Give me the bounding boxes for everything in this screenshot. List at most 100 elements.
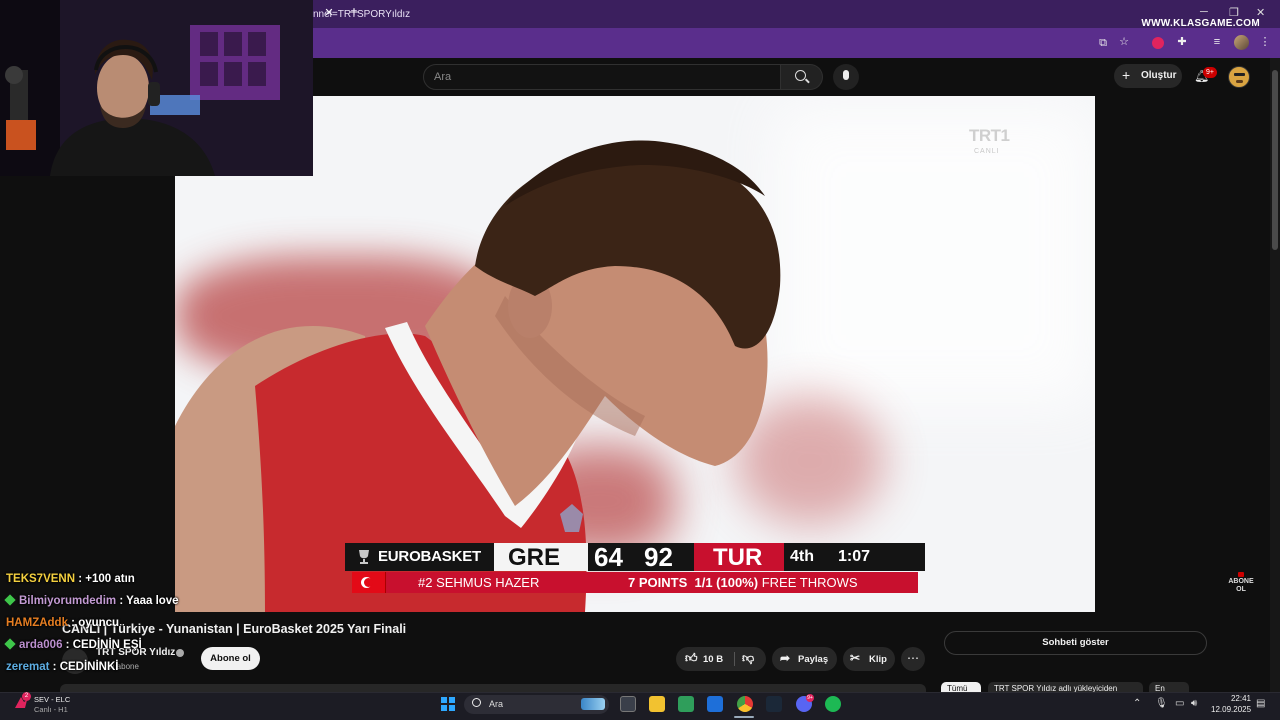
widget-line-2[interactable]: Canlı - H1: [34, 705, 68, 714]
extension-red-icon[interactable]: [1152, 37, 1164, 49]
share-label: Paylaş: [798, 654, 829, 665]
like-separator: [734, 652, 735, 666]
video-player[interactable]: [175, 96, 1095, 612]
verified-badge-icon: [176, 649, 184, 657]
clock-time[interactable]: 22:41: [1229, 694, 1251, 703]
create-button[interactable]: + Oluştur: [1114, 64, 1182, 88]
chat-username: arda006: [19, 639, 63, 651]
share-button[interactable]: ➦ Paylaş: [772, 647, 837, 671]
turkey-flag-icon: [352, 572, 386, 593]
spotify-icon[interactable]: [825, 696, 841, 712]
subscribe-button[interactable]: Abone ol: [201, 647, 260, 670]
webcam-overlay: [0, 0, 313, 176]
store-icon[interactable]: [678, 696, 694, 712]
create-label: Oluştur: [1141, 70, 1177, 81]
chat-badge-icon: [4, 638, 16, 650]
subscribe-watermark[interactable]: ABONE OL: [1226, 572, 1256, 594]
away-team-name: TUR: [713, 544, 763, 571]
more-actions-button[interactable]: ⋯: [901, 647, 925, 671]
like-icon[interactable]: 👍︎: [685, 652, 698, 665]
stat-points: 7 POINTS: [628, 575, 688, 590]
bookmark-star-icon[interactable]: ☆: [1117, 35, 1131, 49]
search-icon: [795, 70, 806, 81]
search-button[interactable]: [781, 64, 823, 90]
search-input[interactable]: [424, 65, 780, 89]
chip-label: Tümü: [947, 684, 968, 692]
share-icon: ➦: [780, 651, 791, 665]
tray-microphone-icon[interactable]: 🎙︎: [1155, 698, 1168, 709]
chat-text: : oyuncu: [67, 617, 120, 629]
screen: ✕ + ─ ❐ ✕ WWW.KLASGAME.COM nnel=TRTSPORY…: [0, 0, 1280, 720]
scoreboard-competition: EUROBASKET: [378, 548, 482, 565]
chip-more[interactable]: En: [1149, 682, 1189, 692]
task-view-icon[interactable]: [620, 696, 636, 712]
browser-menu-icon[interactable]: ⋮: [1258, 35, 1272, 49]
scoreboard-player-stat: 7 POINTS 1/1 (100%) FREE THROWS: [628, 575, 858, 590]
video-frame-player: [175, 140, 781, 612]
clip-button[interactable]: ✂ Klip: [843, 647, 895, 671]
search-icon: [472, 698, 481, 707]
search-highlight-icon: [581, 698, 605, 710]
dislike-icon[interactable]: 👎︎: [742, 652, 755, 665]
subscribe-watermark-text: ABONE OL: [1228, 578, 1254, 593]
home-team-score: 64: [594, 542, 623, 572]
taskbar-search[interactable]: Ara: [464, 695, 609, 714]
away-team-score: 92: [644, 542, 673, 572]
game-period: 4th: [790, 548, 814, 565]
chat-text: : +100 atın: [75, 573, 135, 585]
chip-label: En: [1155, 684, 1165, 692]
chip-from-uploader[interactable]: TRT SPOR Yıldız adlı yükleyiciden: [988, 682, 1143, 692]
voice-search-button[interactable]: [833, 64, 859, 90]
chat-username: Bilmiyorumdedim: [19, 595, 117, 607]
stat-throws: 1/1 (100%): [694, 575, 759, 590]
chat-text: : Yaaa love: [116, 595, 179, 607]
chrome-icon[interactable]: [737, 696, 753, 712]
description-box[interactable]: [60, 684, 926, 692]
reading-list-icon[interactable]: ≡: [1210, 35, 1224, 49]
widget-badge: 2: [22, 692, 31, 701]
widget-line-1[interactable]: SEV - ELC: [34, 695, 70, 704]
account-avatar[interactable]: [1228, 66, 1250, 88]
game-clock: 1:07: [838, 548, 871, 565]
microphone-icon: [843, 70, 849, 80]
chip-label: TRT SPOR Yıldız adlı yükleyiciden: [994, 684, 1118, 692]
minimize-icon[interactable]: ─: [1200, 6, 1208, 18]
page-scrollbar-thumb[interactable]: [1272, 70, 1278, 250]
notification-center-icon[interactable]: ▤: [1256, 698, 1265, 709]
file-explorer-icon[interactable]: [649, 696, 665, 712]
start-button[interactable]: [441, 697, 455, 711]
broadcaster-logo: TRT1: [969, 126, 1010, 146]
broadcaster-logo-text: TRT1: [969, 126, 1010, 145]
steam-icon[interactable]: [766, 696, 782, 712]
stat-label: FREE THROWS: [761, 575, 858, 590]
tray-network-icon[interactable]: ▭: [1175, 698, 1184, 709]
url-text[interactable]: nnel=TRTSPORYıldız: [313, 9, 410, 20]
scissors-icon: ✂: [850, 651, 861, 665]
show-chat-button[interactable]: Sohbeti göster: [944, 631, 1207, 655]
chat-message: TEKS7VENN : +100 atın: [6, 573, 135, 585]
discord-badge: 9+: [806, 694, 814, 702]
taskbar-search-placeholder: Ara: [489, 699, 504, 709]
like-dislike-group: 👍︎ 10 B 👎︎: [676, 647, 766, 671]
chat-message: Bilmiyorumdedim : Yaaa love: [4, 594, 179, 607]
webcam-feed: [0, 0, 313, 176]
broadcaster-live-label: CANLI: [974, 148, 1000, 155]
extensions-puzzle-icon[interactable]: ✚: [1175, 35, 1189, 49]
youtube-logo-icon: [1238, 572, 1244, 577]
browser-profile-avatar[interactable]: [1234, 35, 1249, 50]
chat-username: HAMZAddk: [6, 617, 68, 629]
chat-message: HAMZAddk : oyuncu: [6, 617, 119, 629]
clock-date[interactable]: 12.09.2025: [1211, 705, 1251, 714]
tray-volume-icon[interactable]: 🔊︎: [1191, 698, 1197, 709]
home-team-name: GRE: [508, 544, 561, 571]
chrome-active-indicator: [734, 716, 754, 718]
tray-overflow-icon[interactable]: ⌃: [1133, 698, 1141, 709]
chat-text: : CEDİNİN EŞİ: [62, 639, 142, 651]
plus-icon: +: [1122, 67, 1131, 83]
like-count[interactable]: 10 B: [703, 654, 723, 665]
chat-text: : CEDİNİNKİ: [49, 661, 119, 673]
install-app-icon[interactable]: ⧉: [1096, 36, 1110, 50]
clip-label: Klip: [869, 654, 887, 665]
outlook-icon[interactable]: [707, 696, 723, 712]
chip-all[interactable]: Tümü: [941, 682, 981, 692]
